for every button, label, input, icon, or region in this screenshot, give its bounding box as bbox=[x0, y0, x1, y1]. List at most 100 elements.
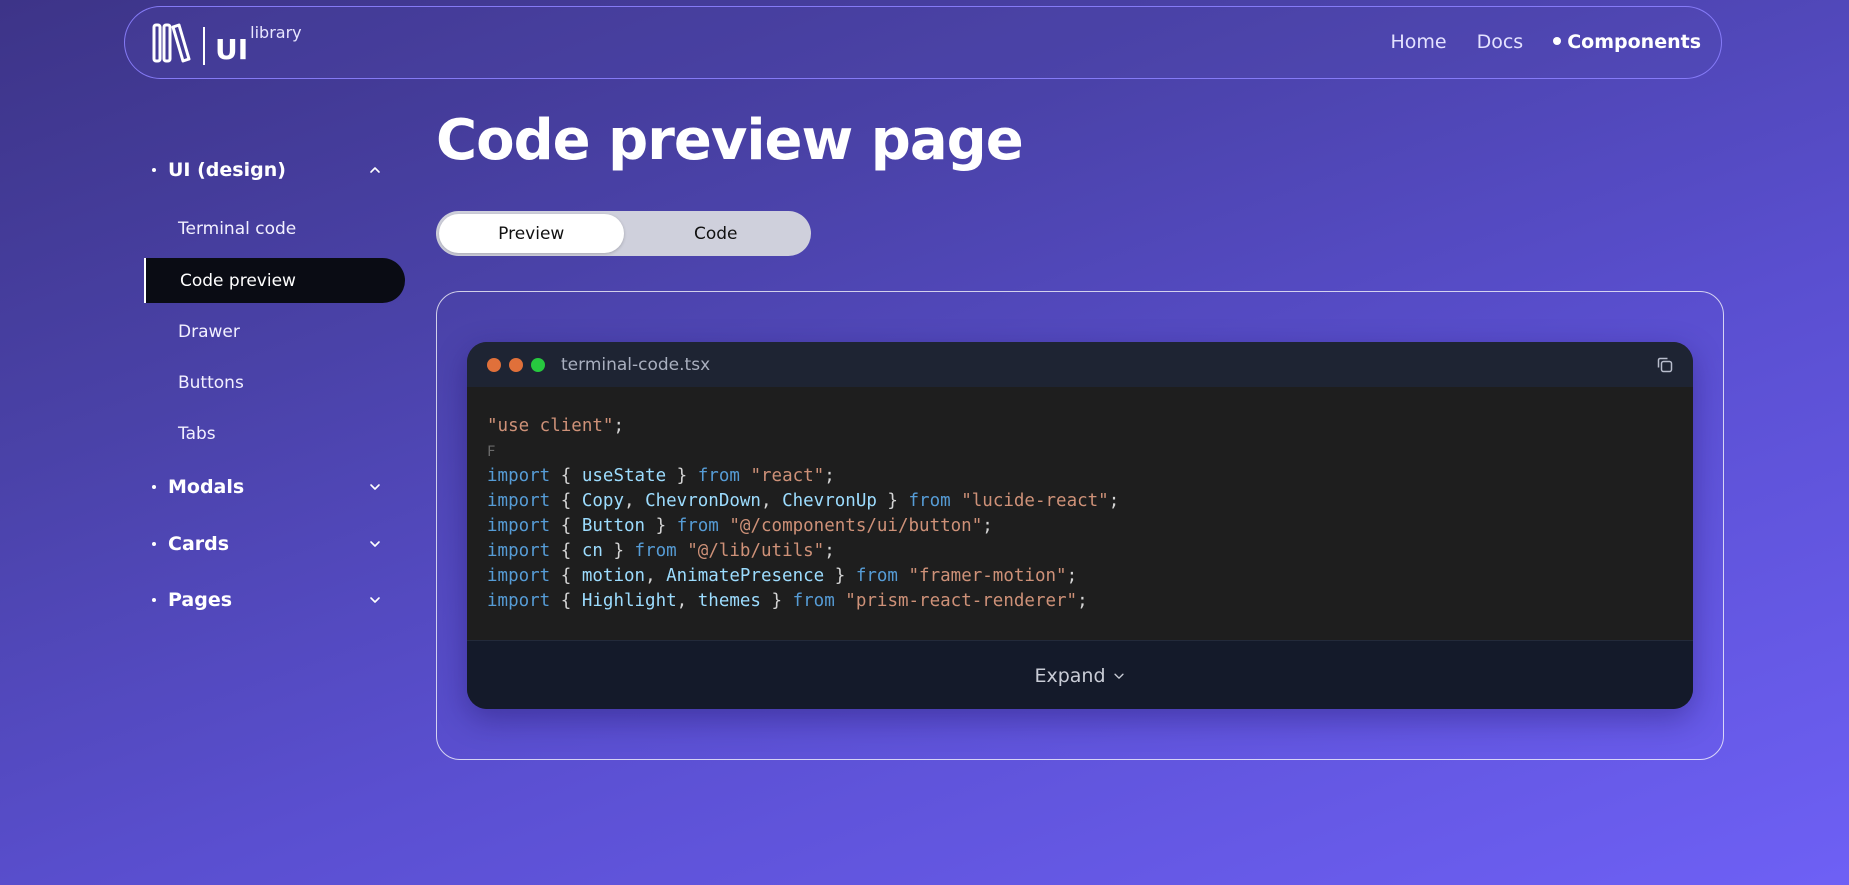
sidebar-group-modals[interactable]: Modals bbox=[143, 467, 383, 507]
code-punct: } bbox=[824, 566, 846, 586]
code-string: "@/lib/utils" bbox=[687, 541, 825, 561]
sidebar-group-label: Modals bbox=[168, 476, 245, 498]
code-string: "lucide-react" bbox=[961, 491, 1109, 511]
code-line: import { Copy, ChevronDown, ChevronUp } … bbox=[487, 489, 1673, 514]
code-punct: { bbox=[560, 591, 582, 611]
code-keyword: from bbox=[908, 491, 951, 511]
sidebar-item-label: Terminal code bbox=[178, 219, 297, 239]
code-line: import { useState } from "react"; bbox=[487, 464, 1673, 489]
chevron-down-icon bbox=[370, 597, 380, 603]
code-identifier: Button bbox=[581, 516, 646, 536]
bullet-icon bbox=[152, 542, 156, 546]
code-keyword: from bbox=[792, 591, 835, 611]
sidebar-item-label: Buttons bbox=[178, 373, 244, 393]
code-string: "use client" bbox=[487, 416, 614, 436]
code-line: import { motion, AnimatePresence } from … bbox=[487, 564, 1673, 589]
expand-label: Expand bbox=[1034, 664, 1106, 687]
code-punct: } bbox=[876, 491, 898, 511]
code-keyword: import bbox=[487, 466, 551, 486]
sidebar-item-terminal-code[interactable]: Terminal code bbox=[178, 209, 296, 249]
code-punct: , bbox=[760, 491, 783, 511]
sidebar-group-label: UI (design) bbox=[168, 159, 286, 181]
code-identifier: ChevronUp bbox=[782, 491, 877, 511]
code-punct: ; bbox=[824, 541, 835, 561]
maximize-dot-icon bbox=[531, 357, 545, 372]
code-line: import { cn } from "@/lib/utils"; bbox=[487, 539, 1673, 564]
code-keyword: import bbox=[487, 566, 551, 586]
main-nav: Home Docs Components bbox=[1391, 7, 1702, 77]
copy-icon[interactable] bbox=[1655, 355, 1675, 375]
sidebar-item-label: Tabs bbox=[178, 424, 216, 444]
code-keyword: from bbox=[697, 466, 740, 486]
code-keyword: import bbox=[487, 491, 551, 511]
code-punct: { bbox=[560, 491, 582, 511]
code-punct: ; bbox=[982, 516, 993, 536]
sidebar-item-drawer[interactable]: Drawer bbox=[178, 312, 240, 352]
code-punct: ; bbox=[613, 416, 624, 436]
sidebar-item-label: Code preview bbox=[180, 270, 296, 291]
code-punct: ; bbox=[824, 466, 835, 486]
logo-divider bbox=[203, 27, 205, 65]
code-window: terminal-code.tsx "use client"; Fimport {… bbox=[467, 342, 1693, 709]
code-punct: , bbox=[624, 491, 646, 511]
sidebar-group-ui-design[interactable]: UI (design) bbox=[143, 150, 383, 190]
sidebar-item-buttons[interactable]: Buttons bbox=[178, 363, 244, 403]
code-punct: { bbox=[560, 516, 582, 536]
top-nav-bar: UI library Home Docs Components bbox=[124, 6, 1722, 79]
code-punct: ; bbox=[1108, 491, 1120, 511]
sidebar-item-label: Drawer bbox=[178, 322, 240, 342]
code-identifier: AnimatePresence bbox=[666, 566, 825, 586]
nav-home[interactable]: Home bbox=[1391, 31, 1447, 53]
minimize-dot-icon bbox=[509, 357, 523, 372]
chevron-up-icon bbox=[370, 167, 380, 173]
code-punct: } bbox=[666, 466, 688, 486]
code-punct: ; bbox=[1066, 566, 1078, 586]
code-window-titlebar: terminal-code.tsx bbox=[467, 342, 1693, 387]
code-identifier: useState bbox=[581, 466, 667, 486]
code-line: import { Button } from "@/components/ui/… bbox=[487, 514, 1673, 539]
code-string: "@/components/ui/button" bbox=[729, 516, 983, 536]
logo-library-text: library bbox=[250, 23, 302, 42]
chevron-down-icon bbox=[370, 541, 380, 547]
code-string: "react" bbox=[750, 466, 825, 486]
logo[interactable]: UI library bbox=[151, 21, 302, 67]
bullet-icon bbox=[152, 598, 156, 602]
tab-preview[interactable]: Preview bbox=[439, 214, 624, 253]
nav-components[interactable]: Components bbox=[1553, 31, 1701, 53]
sidebar-group-label: Cards bbox=[168, 533, 230, 555]
expand-button[interactable]: Expand bbox=[467, 640, 1693, 709]
code-identifier: motion bbox=[581, 566, 646, 586]
page-title: Code preview page bbox=[436, 108, 1024, 173]
code-keyword: from bbox=[855, 566, 898, 586]
code-keyword: from bbox=[634, 541, 677, 561]
code-punct: } bbox=[645, 516, 667, 536]
code-string: "prism-react-renderer" bbox=[845, 591, 1078, 611]
code-punct: { bbox=[560, 566, 582, 586]
close-dot-icon bbox=[487, 357, 501, 372]
code-identifier: ChevronDown bbox=[645, 491, 761, 511]
logo-ui-text: UI bbox=[215, 33, 249, 66]
chevron-down-icon bbox=[370, 484, 380, 490]
sidebar-item-code-preview[interactable]: Code preview bbox=[144, 258, 405, 303]
code-punct: { bbox=[560, 466, 582, 486]
chevron-down-icon bbox=[1113, 673, 1124, 679]
code-identifier: Highlight bbox=[581, 591, 677, 611]
code-punct: , bbox=[645, 566, 667, 586]
sidebar-group-label: Pages bbox=[168, 589, 233, 611]
code-keyword: import bbox=[487, 591, 551, 611]
library-logo-icon bbox=[152, 23, 191, 63]
sidebar-item-tabs[interactable]: Tabs bbox=[178, 414, 216, 454]
code-stray-char: F bbox=[487, 444, 496, 460]
nav-docs[interactable]: Docs bbox=[1477, 31, 1524, 53]
code-line: "use client"; bbox=[487, 414, 1673, 439]
tab-code[interactable]: Code bbox=[624, 214, 809, 253]
preview-code-tabs: Preview Code bbox=[436, 211, 811, 256]
code-keyword: import bbox=[487, 516, 551, 536]
code-punct: } bbox=[760, 591, 783, 611]
sidebar-group-pages[interactable]: Pages bbox=[143, 580, 383, 620]
bullet-icon bbox=[152, 168, 156, 172]
sidebar-group-cards[interactable]: Cards bbox=[143, 524, 383, 564]
active-dot-icon bbox=[1553, 36, 1562, 45]
code-punct: } bbox=[602, 541, 624, 561]
code-line: import { Highlight, themes } from "prism… bbox=[487, 589, 1673, 614]
